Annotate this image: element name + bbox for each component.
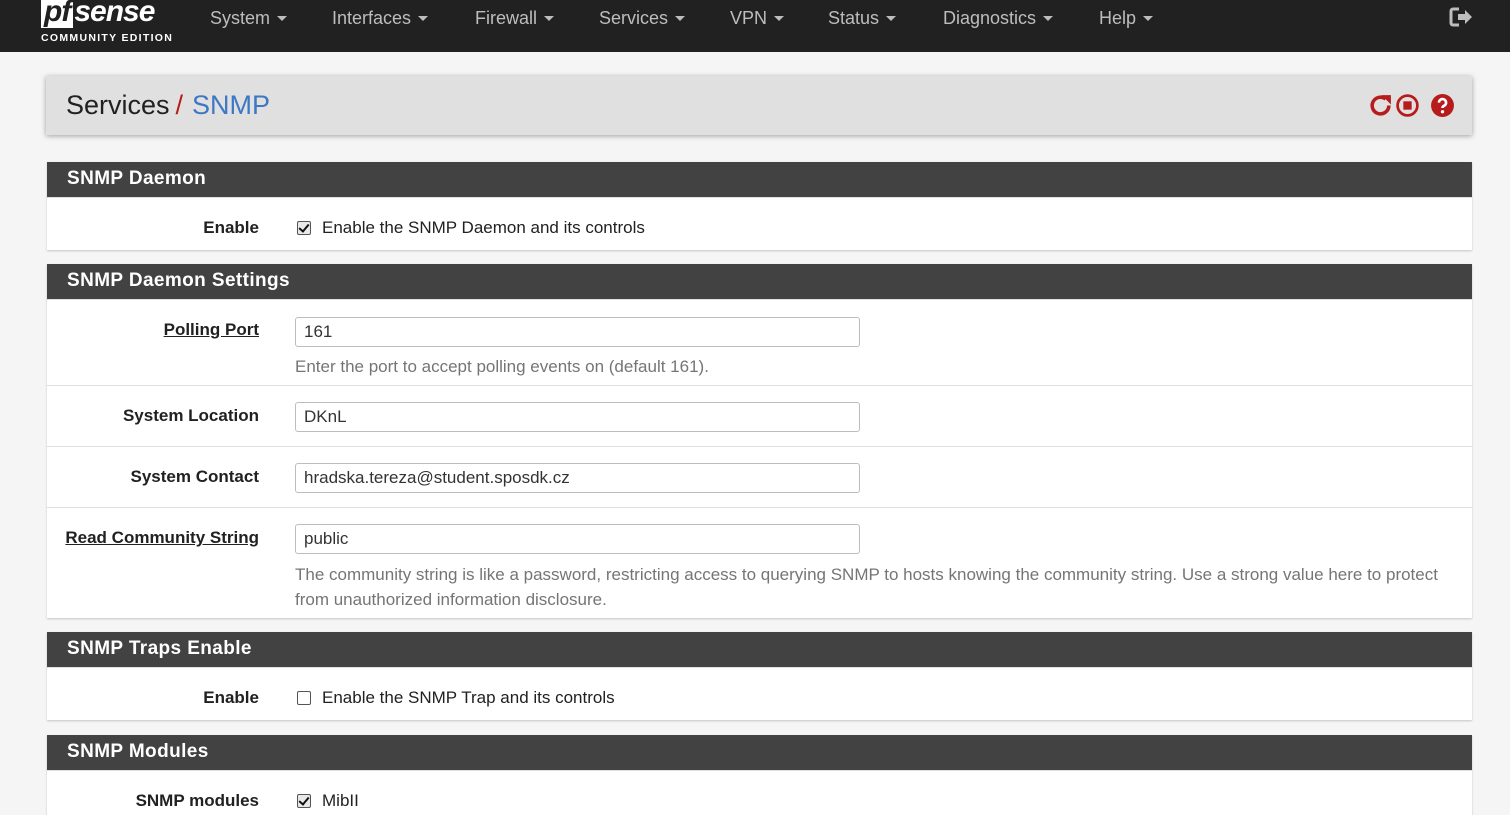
breadcrumb-separator: / bbox=[175, 90, 184, 120]
system-location-label: System Location bbox=[122, 406, 259, 425]
daemon-enable-checkbox[interactable] bbox=[297, 221, 311, 235]
daemon-enable-option: Enable the SNMP Daemon and its controls bbox=[297, 218, 645, 238]
snmp-daemon-panel: SNMP Daemon Enable Enable the SNMP Daemo… bbox=[47, 162, 1472, 250]
menu-system[interactable]: System bbox=[210, 8, 288, 29]
panel-title: SNMP Modules bbox=[47, 735, 1472, 770]
traps-enable-option: Enable the SNMP Trap and its controls bbox=[297, 688, 615, 708]
polling-port-row: Polling Port Enter the port to accept po… bbox=[47, 299, 1472, 385]
polling-port-label[interactable]: Polling Port bbox=[164, 320, 259, 340]
restart-icon[interactable] bbox=[1368, 93, 1393, 118]
panel-title: SNMP Daemon Settings bbox=[47, 264, 1472, 299]
snmp-traps-panel: SNMP Traps Enable Enable Enable the SNMP… bbox=[47, 632, 1472, 720]
breadcrumb-current[interactable]: SNMP bbox=[192, 90, 270, 120]
help-icon[interactable] bbox=[1430, 93, 1455, 118]
caret-down-icon bbox=[1043, 16, 1054, 21]
menu-help[interactable]: Help bbox=[1099, 8, 1154, 29]
pfsense-logo[interactable]: pf sense COMMUNITY EDITION bbox=[41, 0, 176, 46]
daemon-enable-text: Enable the SNMP Daemon and its controls bbox=[322, 218, 645, 237]
polling-port-help: Enter the port to accept polling events … bbox=[295, 357, 709, 376]
menu-vpn[interactable]: VPN bbox=[730, 8, 785, 29]
menu-status[interactable]: Status bbox=[828, 8, 897, 29]
caret-down-icon bbox=[418, 16, 429, 21]
module-mibii-option: MibII bbox=[297, 791, 359, 811]
daemon-enable-row: Enable Enable the SNMP Daemon and its co… bbox=[47, 197, 1472, 250]
caret-down-icon bbox=[1143, 16, 1154, 21]
system-contact-row: System Contact bbox=[47, 446, 1472, 507]
modules-label: SNMP modules bbox=[135, 791, 259, 810]
snmp-settings-panel: SNMP Daemon Settings Polling Port Enter … bbox=[47, 264, 1472, 618]
caret-down-icon bbox=[886, 16, 897, 21]
system-location-input[interactable] bbox=[295, 402, 860, 432]
module-mibii-text: MibII bbox=[322, 791, 359, 810]
system-contact-input[interactable] bbox=[295, 463, 860, 493]
stop-icon[interactable] bbox=[1395, 93, 1420, 118]
caret-down-icon bbox=[675, 16, 686, 21]
community-string-label[interactable]: Read Community String bbox=[65, 528, 259, 548]
system-location-row: System Location bbox=[47, 385, 1472, 446]
community-string-help: The community string is like a password,… bbox=[295, 565, 1438, 609]
caret-down-icon bbox=[544, 16, 555, 21]
snmp-modules-panel: SNMP Modules SNMP modules MibII bbox=[47, 735, 1472, 815]
menu-interfaces[interactable]: Interfaces bbox=[332, 8, 429, 29]
panel-title: SNMP Traps Enable bbox=[47, 632, 1472, 667]
caret-down-icon bbox=[774, 16, 785, 21]
polling-port-input[interactable] bbox=[295, 317, 860, 347]
sign-out-icon[interactable] bbox=[1449, 6, 1473, 28]
daemon-enable-label: Enable bbox=[203, 218, 259, 237]
edition-label: COMMUNITY EDITION bbox=[41, 32, 174, 44]
modules-row: SNMP modules MibII bbox=[47, 770, 1472, 815]
community-string-row: Read Community String The community stri… bbox=[47, 507, 1472, 618]
page-header: Services / SNMP bbox=[46, 76, 1472, 135]
menu-firewall[interactable]: Firewall bbox=[475, 8, 555, 29]
panel-title: SNMP Daemon bbox=[47, 162, 1472, 197]
caret-down-icon bbox=[277, 16, 288, 21]
module-mibii-checkbox[interactable] bbox=[297, 794, 311, 808]
breadcrumb-parent: Services bbox=[66, 90, 170, 120]
menu-diagnostics[interactable]: Diagnostics bbox=[943, 8, 1054, 29]
traps-enable-checkbox[interactable] bbox=[297, 691, 311, 705]
menu-services[interactable]: Services bbox=[599, 8, 686, 29]
logo-wordmark: pf sense bbox=[41, 0, 155, 28]
breadcrumb: Services / SNMP bbox=[66, 90, 270, 121]
traps-enable-row: Enable Enable the SNMP Trap and its cont… bbox=[47, 667, 1472, 720]
system-contact-label: System Contact bbox=[130, 467, 259, 486]
traps-enable-text: Enable the SNMP Trap and its controls bbox=[322, 688, 615, 707]
community-string-input[interactable] bbox=[295, 524, 860, 554]
traps-enable-label: Enable bbox=[203, 688, 259, 707]
top-navbar: pf sense COMMUNITY EDITION System Interfa… bbox=[0, 0, 1510, 52]
